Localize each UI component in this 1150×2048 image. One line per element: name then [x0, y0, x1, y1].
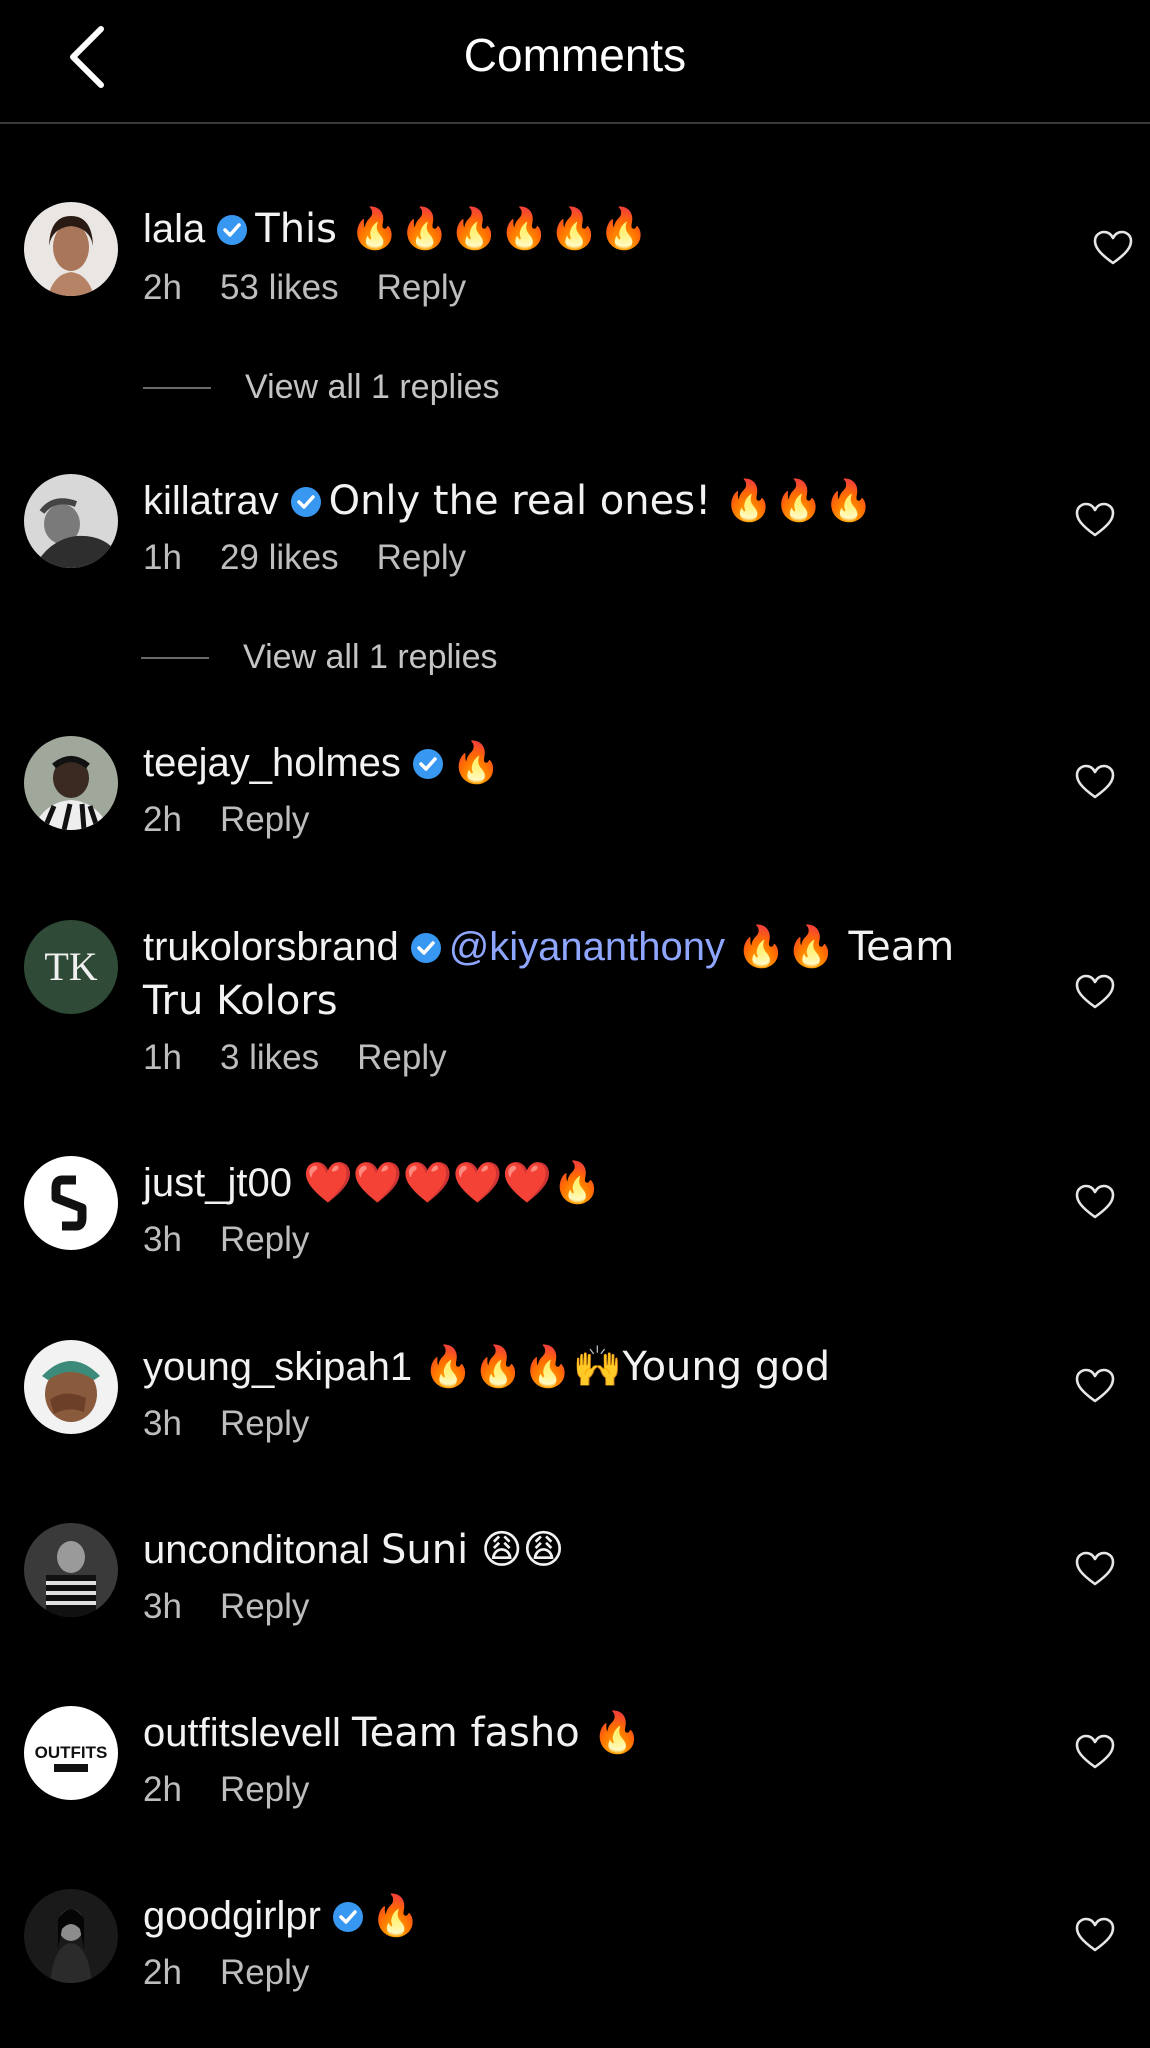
heart-outline-icon[interactable] — [1075, 764, 1115, 800]
comment-meta: 1h 29 likes Reply — [143, 538, 504, 578]
comment-meta: 2h Reply — [143, 1953, 347, 1993]
comment-body: ❤️❤️❤️❤️❤️🔥 — [303, 1160, 602, 1206]
comment-text-line: killatrav Only the real ones! 🔥🔥🔥 — [143, 474, 1013, 528]
replies-divider — [143, 386, 211, 389]
avatar-logo-text: OUTFITS — [35, 1743, 108, 1762]
comment-username[interactable]: outfitslevell — [143, 1711, 341, 1755]
comment-username[interactable]: teejay_holmes — [143, 741, 401, 785]
comment-username[interactable]: killatrav — [143, 479, 279, 523]
heart-outline-icon[interactable] — [1075, 1734, 1115, 1770]
avatar[interactable]: OUTFITS — [24, 1706, 118, 1800]
view-replies-label: View all 1 replies — [243, 638, 498, 676]
avatar[interactable] — [24, 202, 118, 296]
comment-text-line: outfitslevell Team fasho 🔥 — [143, 1706, 1013, 1760]
comment-time: 2h — [143, 268, 182, 307]
comment-body: 🔥🔥🔥🙌Young god — [423, 1344, 831, 1390]
reply-button[interactable]: Reply — [220, 1220, 309, 1259]
comment-text-line: goodgirlpr 🔥 — [143, 1889, 1013, 1943]
reply-button[interactable]: Reply — [220, 1953, 309, 1992]
header-bar: Comments — [0, 0, 1150, 124]
verified-badge-icon — [410, 933, 441, 963]
heart-outline-icon[interactable] — [1075, 1917, 1115, 1953]
comment-time: 3h — [143, 1220, 182, 1259]
comment-text-line: teejay_holmes 🔥 — [143, 736, 1013, 790]
reply-button[interactable]: Reply — [377, 538, 466, 577]
comment-time: 2h — [143, 1953, 182, 1992]
comment-time: 1h — [143, 538, 182, 577]
comment-meta: 3h Reply — [143, 1404, 347, 1444]
avatar[interactable] — [24, 736, 118, 830]
avatar[interactable] — [24, 474, 118, 568]
reply-button[interactable]: Reply — [377, 268, 466, 307]
comment-body: 🔥 — [370, 1893, 421, 1939]
comment-username[interactable]: goodgirlpr — [143, 1894, 321, 1938]
reply-button[interactable]: Reply — [220, 1404, 309, 1443]
comment-time: 2h — [143, 800, 182, 839]
replies-divider — [141, 656, 209, 659]
comment-likes[interactable]: 53 likes — [220, 268, 339, 307]
avatar-logo-text: TK — [44, 944, 97, 989]
heart-outline-icon[interactable] — [1075, 502, 1115, 538]
verified-badge-icon — [290, 487, 321, 517]
heart-outline-icon[interactable] — [1075, 1184, 1115, 1220]
comment-time: 3h — [143, 1587, 182, 1626]
comment-time: 1h — [143, 1038, 182, 1077]
verified-badge-icon — [217, 215, 248, 245]
reply-button[interactable]: Reply — [357, 1038, 446, 1077]
reply-button[interactable]: Reply — [220, 1770, 309, 1809]
comment-body: Suni 😩😩 — [380, 1527, 565, 1573]
comment-username[interactable]: unconditonal — [143, 1528, 370, 1572]
comment-meta: 3h Reply — [143, 1220, 347, 1260]
comment-likes[interactable]: 29 likes — [220, 538, 339, 577]
comment-body: 🔥 — [450, 740, 501, 786]
comment-text-line: unconditonal Suni 😩😩 — [143, 1523, 1013, 1577]
view-replies-button[interactable]: View all 1 replies — [143, 368, 500, 407]
heart-outline-icon[interactable] — [1075, 1551, 1115, 1587]
heart-outline-icon[interactable] — [1075, 974, 1115, 1010]
comment-body: Only the real ones! 🔥🔥🔥 — [328, 478, 874, 524]
comment-text-line: trukolorsbrand @kiyananthony 🔥🔥 Team Tru … — [143, 920, 1013, 1028]
view-replies-button[interactable]: View all 1 replies — [141, 638, 498, 677]
page-title: Comments — [463, 29, 687, 81]
comment-body: This 🔥🔥🔥🔥🔥🔥 — [255, 206, 649, 252]
comment-username[interactable]: lala — [143, 207, 205, 251]
avatar[interactable] — [24, 1523, 118, 1617]
verified-badge-icon — [412, 749, 443, 779]
comment-likes[interactable]: 3 likes — [220, 1038, 319, 1077]
heart-outline-icon[interactable] — [1093, 230, 1133, 266]
reply-button[interactable]: Reply — [220, 1587, 309, 1626]
reply-button[interactable]: Reply — [220, 800, 309, 839]
comment-username[interactable]: trukolorsbrand — [143, 925, 399, 969]
comment-mention[interactable]: @kiyananthony — [449, 925, 725, 969]
comment-time: 3h — [143, 1404, 182, 1443]
heart-outline-icon[interactable] — [1075, 1368, 1115, 1404]
avatar[interactable] — [24, 1889, 118, 1983]
comment-meta: 2h 53 likes Reply — [143, 268, 504, 308]
comment-meta: 2h Reply — [143, 1770, 347, 1810]
comment-text-line: lala This 🔥🔥🔥🔥🔥🔥 — [143, 202, 1013, 256]
avatar[interactable] — [24, 1340, 118, 1434]
avatar[interactable] — [24, 1156, 118, 1250]
comment-time: 2h — [143, 1770, 182, 1809]
comment-meta: 2h Reply — [143, 800, 347, 840]
comment-username[interactable]: young_skipah1 — [143, 1345, 412, 1389]
comment-body: Team fasho 🔥 — [352, 1710, 643, 1756]
comment-meta: 1h 3 likes Reply — [143, 1038, 485, 1078]
avatar[interactable]: TK — [24, 920, 118, 1014]
comment-text-line: young_skipah1 🔥🔥🔥🙌Young god — [143, 1340, 1013, 1394]
comment-text-line: just_jt00 ❤️❤️❤️❤️❤️🔥 — [143, 1156, 1013, 1210]
verified-badge-icon — [332, 1902, 363, 1932]
comment-username[interactable]: just_jt00 — [143, 1161, 292, 1205]
comment-meta: 3h Reply — [143, 1587, 347, 1627]
view-replies-label: View all 1 replies — [245, 368, 500, 406]
